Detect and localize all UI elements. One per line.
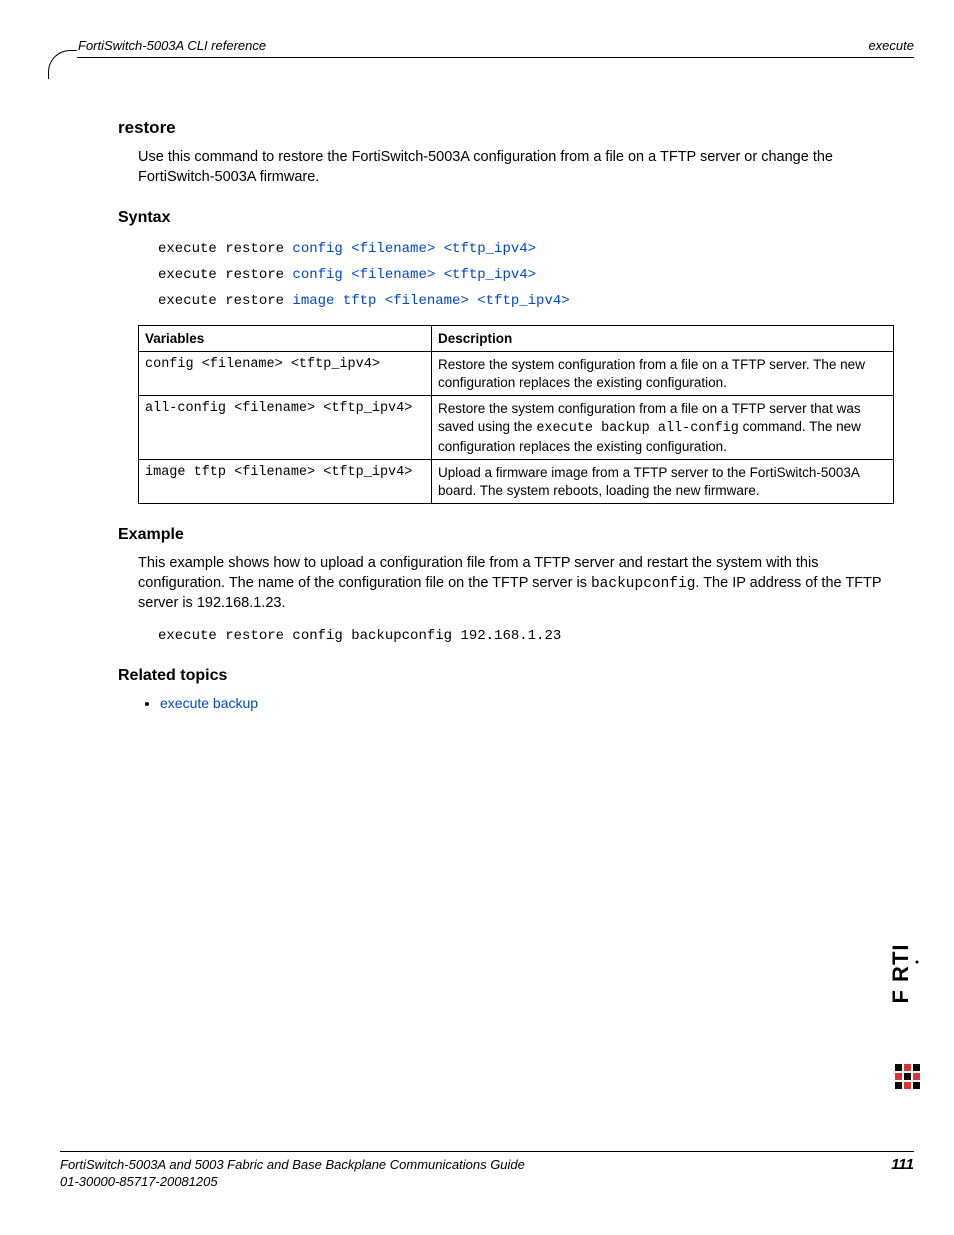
intro-paragraph: Use this command to restore the FortiSwi… [138, 148, 894, 187]
related-item-0: execute backup [160, 695, 894, 711]
header-curve-decor [48, 50, 77, 79]
heading-syntax: Syntax [118, 209, 894, 227]
svg-text:F RTINET: F RTINET [892, 942, 913, 1004]
table-row: all-config <filename> <tftp_ipv4> Restor… [139, 396, 894, 460]
th-variables: Variables [139, 325, 432, 352]
header-left: FortiSwitch-5003A CLI reference [78, 38, 266, 53]
syntax-line-1-link[interactable]: config <filename> <tftp_ipv4> [292, 267, 536, 283]
page-footer: FortiSwitch-5003A and 5003 Fabric and Ba… [60, 1151, 914, 1191]
footer-line1: FortiSwitch-5003A and 5003 Fabric and Ba… [60, 1157, 525, 1172]
cell-desc-1: Restore the system configuration from a … [432, 396, 894, 460]
cell-var-2: image tftp <filename> <tftp_ipv4> [139, 460, 432, 504]
syntax-line-0-link[interactable]: config <filename> <tftp_ipv4> [292, 241, 536, 257]
related-topics-list: execute backup [138, 695, 894, 711]
table-row: config <filename> <tftp_ipv4> Restore th… [139, 352, 894, 396]
syntax-line-2-pre: execute restore [158, 293, 292, 309]
section-title-restore: restore [118, 118, 894, 138]
page-content: restore Use this command to restore the … [60, 58, 914, 711]
example-command: execute restore config backupconfig 192.… [158, 628, 894, 645]
syntax-line-0-pre: execute restore [158, 241, 292, 257]
table-row: image tftp <filename> <tftp_ipv4> Upload… [139, 460, 894, 504]
header-right: execute [868, 38, 914, 53]
syntax-line-2-link[interactable]: image tftp <filename> <tftp_ipv4> [292, 293, 569, 309]
cell-desc-0: Restore the system configuration from a … [432, 352, 894, 396]
fortinet-logo: F RTINET [892, 942, 924, 1135]
heading-related: Related topics [118, 667, 894, 685]
example-para-code: backupconfig [591, 576, 695, 592]
table-header-row: Variables Description [139, 325, 894, 352]
link-execute-backup[interactable]: execute backup [160, 695, 258, 711]
th-description: Description [432, 325, 894, 352]
variables-table: Variables Description config <filename> … [138, 325, 894, 504]
footer-line2: 01-30000-85717-20081205 [60, 1174, 218, 1189]
page-number: 111 [891, 1156, 914, 1173]
footer-left: FortiSwitch-5003A and 5003 Fabric and Ba… [60, 1156, 525, 1191]
running-header: FortiSwitch-5003A CLI reference execute [60, 38, 914, 58]
cell-desc-1-code: execute backup all-config [536, 421, 739, 436]
cell-var-0: config <filename> <tftp_ipv4> [139, 352, 432, 396]
syntax-block: execute restore config <filename> <tftp_… [158, 237, 894, 315]
example-paragraph: This example shows how to upload a confi… [138, 554, 894, 614]
syntax-line-1-pre: execute restore [158, 267, 292, 283]
cell-var-1: all-config <filename> <tftp_ipv4> [139, 396, 432, 460]
cell-desc-2: Upload a firmware image from a TFTP serv… [432, 460, 894, 504]
heading-example: Example [118, 526, 894, 544]
